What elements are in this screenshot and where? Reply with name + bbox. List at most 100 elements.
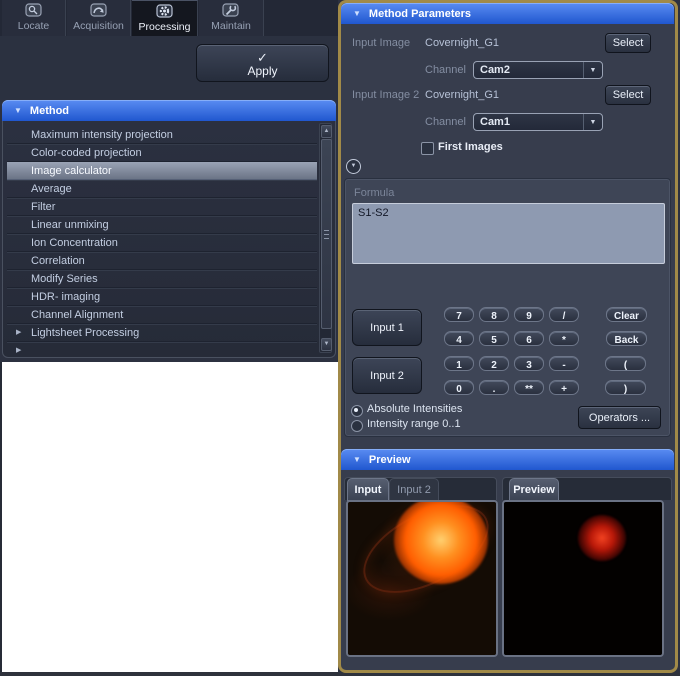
intensity-range-label[interactable]: Intensity range 0..1 xyxy=(367,418,461,430)
method-parameters-panel: ▼ Method Parameters Input Image Covernigh… xyxy=(338,0,678,673)
tab-acquisition[interactable]: Acquisition xyxy=(67,0,131,36)
document-canvas xyxy=(0,362,338,672)
tab-locate[interactable]: Locate xyxy=(2,0,66,36)
first-images-checkbox[interactable] xyxy=(421,142,434,155)
clear-button[interactable]: Clear xyxy=(606,307,647,322)
formula-section: Formula S1-S2 Input 1 Input 2 7 8 9 / 4 … xyxy=(344,178,671,437)
method-list-scrollbar[interactable]: ▲ ▼ xyxy=(319,123,332,353)
checkmark-icon: ✓ xyxy=(203,51,322,64)
channel2-dropdown[interactable]: Cam1 ▼ xyxy=(473,113,603,131)
key-minus[interactable]: - xyxy=(549,356,579,371)
key-7[interactable]: 7 xyxy=(444,307,474,322)
tab-processing[interactable]: Processing xyxy=(132,0,198,36)
collapse-icon: ▼ xyxy=(14,100,22,121)
close-paren-button[interactable]: ) xyxy=(605,380,646,395)
intensity-range-radio[interactable] xyxy=(351,420,363,432)
key-5[interactable]: 5 xyxy=(479,331,509,346)
list-item[interactable]: ▶Lightsheet Processing xyxy=(7,324,317,342)
collapse-icon: ▼ xyxy=(353,3,361,24)
preview-tabstrip: Preview xyxy=(502,477,672,500)
operators-button[interactable]: Operators ... xyxy=(578,406,661,429)
list-item[interactable]: Color-coded projection xyxy=(7,144,317,162)
key-8[interactable]: 8 xyxy=(479,307,509,322)
select-image-button[interactable]: Select xyxy=(605,33,651,53)
list-item-selected[interactable]: Image calculator xyxy=(7,162,317,180)
preview-panel-header[interactable]: ▼ Preview xyxy=(341,449,674,470)
method-panel-header[interactable]: ▼ Method xyxy=(2,100,336,121)
list-item[interactable]: Filter xyxy=(7,198,317,216)
tab-maintain[interactable]: Maintain xyxy=(199,0,264,36)
input-image-preview[interactable] xyxy=(346,500,498,657)
tab-input[interactable]: Input xyxy=(347,478,389,501)
list-item[interactable]: Maximum intensity projection xyxy=(7,126,317,144)
curved-arrow-icon xyxy=(88,2,110,19)
key-plus[interactable]: + xyxy=(549,380,579,395)
list-item[interactable]: Average xyxy=(7,180,317,198)
absolute-intensities-radio[interactable] xyxy=(351,405,363,417)
formula-label: Formula xyxy=(354,187,394,199)
preview-panel-title: Preview xyxy=(369,454,411,466)
input-tabstrip: Input Input 2 xyxy=(344,477,497,500)
scroll-down-icon[interactable]: ▼ xyxy=(321,338,332,351)
tab-preview[interactable]: Preview xyxy=(509,478,559,501)
channel-label: Channel xyxy=(425,64,466,76)
gear-icon xyxy=(154,3,176,20)
scroll-up-icon[interactable]: ▲ xyxy=(321,125,332,138)
list-item[interactable]: Channel Alignment xyxy=(7,306,317,324)
key-1[interactable]: 1 xyxy=(444,356,474,371)
tab-label: Acquisition xyxy=(73,20,124,32)
key-divide[interactable]: / xyxy=(549,307,579,322)
list-item[interactable]: Modify Series xyxy=(7,270,317,288)
tab-input2[interactable]: Input 2 xyxy=(389,478,439,501)
fluorescence-blob xyxy=(578,515,626,561)
input-image2-label: Input Image 2 xyxy=(352,89,419,101)
tab-label: Processing xyxy=(139,21,191,33)
open-paren-button[interactable]: ( xyxy=(605,356,646,371)
method-parameters-title: Method Parameters xyxy=(369,8,471,20)
list-item[interactable]: Linear unmixing xyxy=(7,216,317,234)
chevron-down-icon: ▼ xyxy=(583,62,602,78)
channel2-label: Channel xyxy=(425,116,466,128)
apply-label: Apply xyxy=(247,64,277,78)
absolute-intensities-label[interactable]: Absolute Intensities xyxy=(367,403,462,415)
list-item[interactable]: Correlation xyxy=(7,252,317,270)
input-image2-value: Covernight_G1 xyxy=(425,89,499,101)
select-image2-button[interactable]: Select xyxy=(605,85,651,105)
key-2[interactable]: 2 xyxy=(479,356,509,371)
chevron-down-icon: ▼ xyxy=(583,114,602,130)
key-dot[interactable]: . xyxy=(479,380,509,395)
expand-icon[interactable]: ▶ xyxy=(16,324,21,342)
channel-value: Cam2 xyxy=(474,64,583,76)
input2-button[interactable]: Input 2 xyxy=(352,357,422,394)
list-item[interactable]: Ion Concentration xyxy=(7,234,317,252)
list-item[interactable]: ▶ xyxy=(7,342,317,358)
key-3[interactable]: 3 xyxy=(514,356,544,371)
formula-input[interactable]: S1-S2 xyxy=(352,203,665,264)
key-6[interactable]: 6 xyxy=(514,331,544,346)
tab-label: Maintain xyxy=(211,20,251,32)
wrench-icon xyxy=(220,2,242,19)
result-image-preview[interactable] xyxy=(502,500,664,657)
method-parameters-header[interactable]: ▼ Method Parameters xyxy=(341,3,674,24)
key-4[interactable]: 4 xyxy=(444,331,474,346)
channel-dropdown[interactable]: Cam2 ▼ xyxy=(473,61,603,79)
back-button[interactable]: Back xyxy=(606,331,647,346)
collapse-section-button[interactable]: ▼ xyxy=(346,159,361,174)
first-images-label[interactable]: First Images xyxy=(438,141,503,153)
input-image-value: Covernight_G1 xyxy=(425,37,499,49)
input1-button[interactable]: Input 1 xyxy=(352,309,422,346)
apply-button[interactable]: ✓ Apply xyxy=(196,44,329,82)
main-tabbar: Locate Acquisition Processing Maintain xyxy=(0,0,338,37)
method-panel-title: Method xyxy=(30,105,69,117)
application-window: Locate Acquisition Processing Maintain ✓… xyxy=(0,0,680,676)
expand-icon[interactable]: ▶ xyxy=(16,342,21,358)
key-power[interactable]: ** xyxy=(514,380,544,395)
magnifier-icon xyxy=(23,2,45,19)
scrollbar-thumb[interactable] xyxy=(321,139,332,329)
collapse-icon: ▼ xyxy=(353,449,361,470)
key-multiply[interactable]: * xyxy=(549,331,579,346)
input-image-label: Input Image xyxy=(352,37,410,49)
key-9[interactable]: 9 xyxy=(514,307,544,322)
key-0[interactable]: 0 xyxy=(444,380,474,395)
list-item[interactable]: HDR- imaging xyxy=(7,288,317,306)
